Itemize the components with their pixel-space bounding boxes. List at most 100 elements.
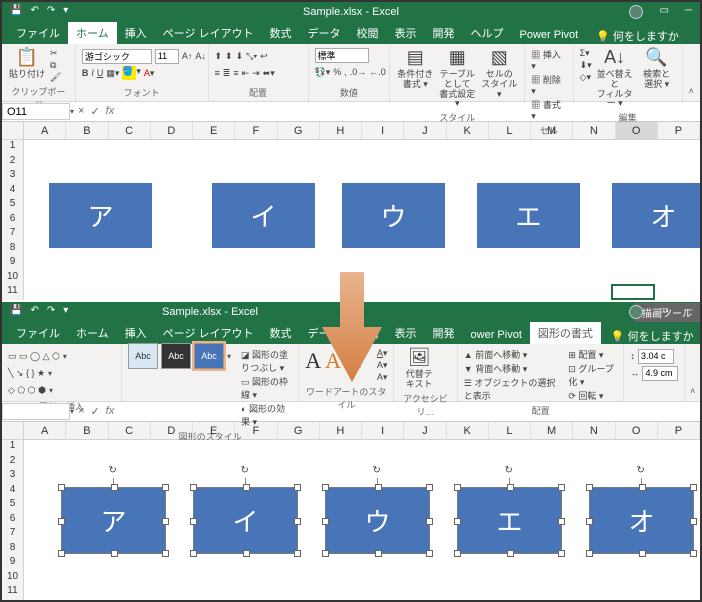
row-7[interactable]: 7 (2, 527, 24, 542)
ribbon-display-icon[interactable]: ▭ (659, 5, 668, 19)
group-button[interactable]: ⊡ グループ化 ▾ (568, 362, 617, 388)
shape-o[interactable]: オ (590, 488, 693, 553)
col-M[interactable]: M (531, 122, 573, 139)
col-P[interactable]: P (658, 422, 700, 439)
row-4[interactable]: 4 (2, 184, 24, 199)
col-H[interactable]: H (320, 122, 362, 139)
col-G[interactable]: G (278, 122, 320, 139)
resize-handle[interactable] (558, 550, 565, 557)
indent-dec-icon[interactable]: ⇤ (242, 68, 250, 79)
selection-pane-button[interactable]: ☰ オブジェクトの選択と表示 (464, 376, 559, 402)
tab-formulas[interactable]: 数式 (262, 21, 300, 44)
tab-view[interactable]: 表示 (387, 321, 425, 344)
shape-u[interactable]: ウ (342, 183, 445, 248)
ribbon-display-icon[interactable]: ▭ (659, 305, 668, 319)
align-button[interactable]: ⊞ 配置 ▾ (568, 348, 617, 361)
col-K[interactable]: K (447, 422, 489, 439)
shape-e[interactable]: エ (458, 488, 561, 553)
size-height[interactable] (638, 349, 674, 364)
row-8[interactable]: 8 (2, 542, 24, 557)
row-11[interactable]: 11 (2, 585, 24, 600)
tab-developer[interactable]: 開発 (425, 321, 463, 344)
resize-handle[interactable] (507, 484, 514, 491)
tab-review[interactable]: 校閲 (349, 21, 387, 44)
tab-data[interactable]: データ (300, 21, 349, 44)
send-backward-button[interactable]: ▼ 背面へ移動 ▾ (464, 362, 559, 375)
col-C[interactable]: C (109, 422, 151, 439)
resize-handle[interactable] (243, 484, 250, 491)
styles-more-icon[interactable]: ▾ (227, 352, 231, 361)
font-name[interactable] (82, 49, 152, 64)
tab-pagelayout[interactable]: ページ レイアウト (155, 21, 262, 44)
style-swatch-2[interactable]: Abc (161, 343, 191, 369)
tab-formulas[interactable]: 数式 (262, 321, 300, 344)
resize-handle[interactable] (639, 484, 646, 491)
shape-o[interactable]: オ (612, 183, 702, 248)
redo-icon[interactable]: ↷ (47, 305, 55, 316)
resize-handle[interactable] (190, 518, 197, 525)
row-5[interactable]: 5 (2, 198, 24, 213)
qat-more-icon[interactable]: ▾ (63, 5, 68, 16)
align-top-icon[interactable]: ⬆ (215, 51, 223, 62)
tab-help[interactable]: ヘルプ (463, 21, 512, 44)
decrease-font-icon[interactable]: A↓ (195, 51, 206, 61)
resize-handle[interactable] (243, 550, 250, 557)
rotate-handle-icon[interactable] (636, 466, 648, 478)
minimize-icon[interactable]: ─ (685, 305, 692, 319)
cell-styles-button[interactable]: ▧セルの スタイル ▾ (480, 48, 518, 99)
col-N[interactable]: N (573, 122, 615, 139)
row-10[interactable]: 10 (2, 271, 24, 286)
col-B[interactable]: B (66, 422, 108, 439)
col-M[interactable]: M (531, 422, 573, 439)
rotate-handle-icon[interactable] (240, 466, 252, 478)
merge-icon[interactable]: ⬌▾ (263, 68, 275, 79)
resize-handle[interactable] (639, 550, 646, 557)
row-9[interactable]: 9 (2, 556, 24, 571)
formatpainter-icon[interactable]: 🖌 (50, 72, 61, 83)
row-4[interactable]: 4 (2, 484, 24, 499)
resize-handle[interactable] (294, 518, 301, 525)
dec-decimal-icon[interactable]: ←.0 (369, 67, 386, 77)
tab-developer[interactable]: 開発 (425, 21, 463, 44)
tab-view[interactable]: 表示 (387, 21, 425, 44)
align-right-icon[interactable]: ≡ (233, 68, 238, 78)
resize-handle[interactable] (426, 550, 433, 557)
tab-pagelayout[interactable]: ページ レイアウト (155, 321, 262, 344)
inc-decimal-icon[interactable]: .0→ (350, 67, 367, 77)
minimize-icon[interactable]: ─ (685, 5, 692, 19)
resize-handle[interactable] (586, 550, 593, 557)
resize-handle[interactable] (454, 484, 461, 491)
bold-button[interactable]: B (82, 68, 89, 78)
redo-icon[interactable]: ↷ (47, 5, 55, 16)
col-O[interactable]: O (616, 422, 658, 439)
enter-icon[interactable]: ✓ (90, 105, 99, 118)
tab-home[interactable]: ホーム (68, 321, 117, 344)
save-icon[interactable]: 💾 (10, 5, 22, 16)
resize-handle[interactable] (162, 484, 169, 491)
select-all-corner[interactable] (2, 122, 24, 139)
shape-outline-button[interactable]: ▭ 図形の枠線 ▾ (241, 375, 292, 401)
resize-handle[interactable] (690, 550, 697, 557)
shape-a[interactable]: ア (49, 183, 152, 248)
fx-icon[interactable]: fx (106, 405, 115, 418)
col-K[interactable]: K (447, 122, 489, 139)
shape-i[interactable]: イ (212, 183, 315, 248)
col-L[interactable]: L (489, 422, 531, 439)
row-5[interactable]: 5 (2, 498, 24, 513)
wordart-A1-icon[interactable]: A (305, 348, 321, 374)
tab-home[interactable]: ホーム (68, 21, 117, 44)
font-size[interactable] (155, 49, 179, 64)
resize-handle[interactable] (322, 518, 329, 525)
undo-icon[interactable]: ↶ (30, 305, 38, 316)
border-icon[interactable]: ▦▾ (106, 68, 119, 79)
indent-inc-icon[interactable]: ⇥ (252, 68, 260, 79)
resize-handle[interactable] (586, 484, 593, 491)
italic-button[interactable]: I (91, 68, 94, 78)
cancel-icon[interactable]: × (78, 405, 84, 418)
col-C[interactable]: C (109, 122, 151, 139)
shape-gallery-row3[interactable]: ◇ ⬠ ⬡ ⬢ ▾ (8, 382, 53, 398)
resize-handle[interactable] (690, 484, 697, 491)
tab-powerpivot[interactable]: Power Pivot (512, 25, 587, 44)
percent-icon[interactable]: % (333, 67, 341, 77)
alt-text-button[interactable]: 🖼代替テ キスト (400, 348, 438, 390)
